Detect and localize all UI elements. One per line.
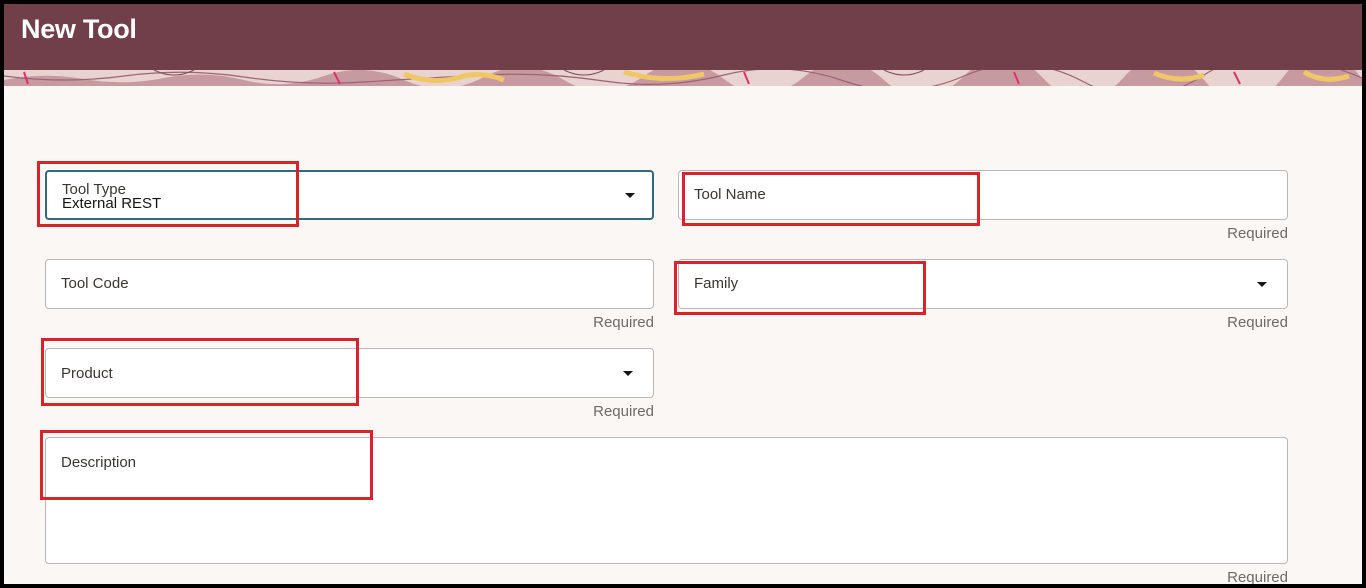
window-frame: New Tool Tool Type External REST Tool Na… (0, 0, 1366, 588)
family-label: Family (694, 275, 739, 292)
tool-name-label: Tool Name (694, 186, 766, 203)
tool-code-label: Tool Code (61, 275, 129, 292)
description-label: Description (61, 454, 137, 471)
banner-pattern-icon (4, 70, 1362, 86)
family-required: Required (1227, 314, 1288, 331)
product-required: Required (593, 403, 654, 420)
tool-type-select[interactable]: Tool Type External REST (45, 170, 654, 220)
chevron-down-icon[interactable] (625, 193, 635, 198)
tool-code-required: Required (593, 314, 654, 331)
tool-type-value: External REST (62, 195, 162, 212)
product-label: Product (61, 365, 113, 382)
page-header: New Tool (4, 4, 1362, 74)
chevron-down-icon[interactable] (623, 371, 633, 376)
decorative-banner (4, 70, 1362, 86)
chevron-down-icon[interactable] (1257, 282, 1267, 287)
description-required: Required (1227, 569, 1288, 586)
product-select[interactable]: Product (45, 348, 654, 398)
tool-name-required: Required (1227, 225, 1288, 242)
page-title: New Tool (21, 14, 137, 44)
description-textarea[interactable]: Description (45, 437, 1288, 564)
tool-name-input[interactable]: Tool Name (678, 170, 1288, 220)
tool-code-input[interactable]: Tool Code (45, 259, 654, 309)
family-select[interactable]: Family (678, 259, 1288, 309)
